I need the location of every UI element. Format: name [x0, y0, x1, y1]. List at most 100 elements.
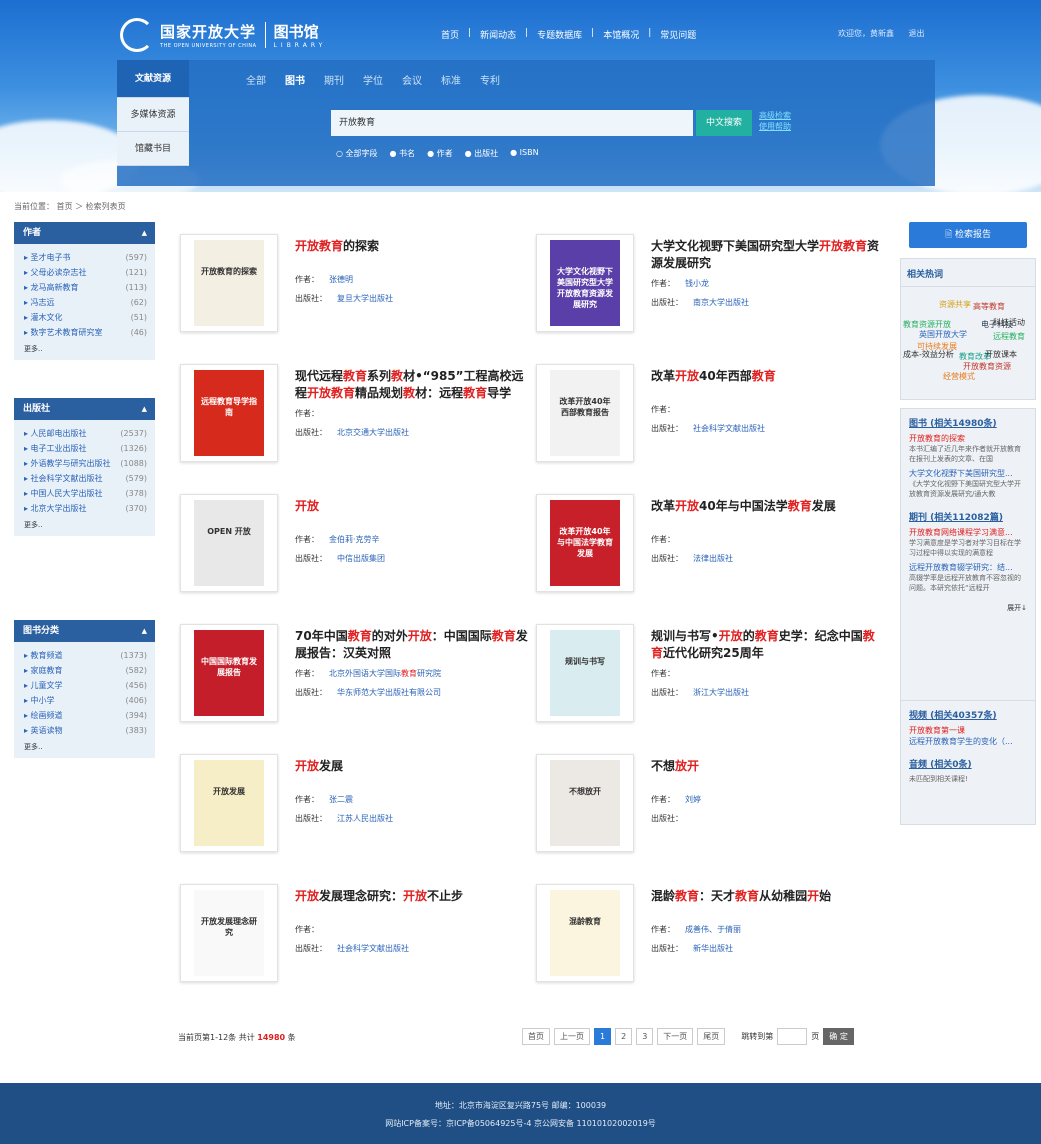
page-next[interactable]: 下一页 [657, 1028, 694, 1045]
jump-page-input[interactable] [777, 1028, 808, 1045]
book-cover[interactable]: 大学文化视野下美国研究型大学开放教育资源发展研究 [536, 234, 634, 332]
tab-catalog[interactable]: 馆藏书目 [117, 132, 189, 166]
author-value[interactable]: 刘婷 [685, 795, 701, 804]
facet-item[interactable]: ▸ 数字艺术教育研究室 (46) [24, 325, 147, 340]
book-title[interactable]: 开放 [295, 498, 530, 515]
hot-word-link[interactable]: 科技活动 [993, 317, 1025, 328]
page-1[interactable]: 1 [594, 1028, 612, 1045]
author-link[interactable]: 张二震 [329, 795, 353, 804]
publisher-link[interactable]: 复旦大学出版社 [337, 294, 393, 303]
hot-word-link[interactable]: 开放课本 [985, 349, 1017, 360]
facet-item[interactable]: ▸ 龙马高新教育 (113) [24, 280, 147, 295]
author-link[interactable]: 金伯莉·克劳辛 [329, 535, 380, 544]
facet-item[interactable]: ▸ 教育频道 (1373) [24, 648, 147, 663]
page-first[interactable]: 首页 [522, 1028, 550, 1045]
facet-more-link[interactable]: 更多.. [14, 742, 155, 758]
search-input[interactable]: 开放教育 [331, 110, 693, 136]
collapse-icon[interactable]: ▲ [142, 222, 147, 244]
author-value[interactable]: 成善伟、于倩丽 [685, 925, 741, 934]
collapse-icon[interactable]: ▲ [142, 620, 147, 642]
type-conferences[interactable]: 会议 [402, 72, 422, 87]
facet-item[interactable]: ▸ 灌木文化 (51) [24, 310, 147, 325]
book-title[interactable]: 开放发展 [295, 758, 530, 775]
radio-isbn[interactable]: ● ISBN [510, 148, 538, 159]
expand-link[interactable]: 展开↓ [909, 597, 1027, 619]
facet-item[interactable]: ▸ 儿童文学 (456) [24, 678, 147, 693]
book-cover[interactable]: 远程教育导学指南 [180, 364, 278, 462]
publisher-link[interactable]: 华东师范大学出版社有限公司 [337, 688, 441, 697]
tab-documents[interactable]: 文献资源 [117, 60, 189, 98]
help-link[interactable]: 使用帮助 [759, 121, 791, 132]
book-cover[interactable]: 中国国际教育发展报告 [180, 624, 278, 722]
video-link[interactable]: 开放教育第一课 [909, 725, 1027, 736]
type-standards[interactable]: 标准 [441, 72, 461, 87]
book-cover[interactable]: 不想放开 [536, 754, 634, 852]
radio-author[interactable]: ● 作者 [427, 148, 453, 159]
facet-item[interactable]: ▸ 圣才电子书 (597) [24, 250, 147, 265]
related-journal-link[interactable]: 远程开放教育辍学研究：结... [909, 562, 1027, 573]
book-title[interactable]: 混龄教育：天才教育从幼稚园开始 [651, 888, 886, 905]
book-title[interactable]: 70年中国教育的对外开放：中国国际教育发展报告：汉英对照 [295, 628, 530, 662]
related-book-link[interactable]: 开放教育的探索 [909, 433, 1027, 444]
facet-item[interactable]: ▸ 外语教学与研究出版社 (1088) [24, 456, 147, 471]
publisher-link[interactable]: 北京交通大学出版社 [337, 428, 409, 437]
author-link[interactable]: 刘婷 [685, 795, 701, 804]
author-link[interactable]: 成善伟、于倩丽 [685, 925, 741, 934]
page-prev[interactable]: 上一页 [554, 1028, 590, 1045]
author-value[interactable]: 张德明 [329, 275, 353, 284]
related-book-link[interactable]: 大学文化视野下美国研究型... [909, 468, 1027, 479]
radio-publisher[interactable]: ● 出版社 [465, 148, 499, 159]
facet-more-link[interactable]: 更多.. [14, 520, 155, 536]
author-link[interactable]: 北京外国语大学国际教育研究院 [329, 669, 441, 678]
related-journal-link[interactable]: 开放教育网络课程学习满意... [909, 527, 1027, 538]
collapse-icon[interactable]: ▲ [142, 398, 147, 420]
publisher-link[interactable]: 浙江大学出版社 [693, 688, 749, 697]
page-last[interactable]: 尾页 [697, 1028, 726, 1045]
publisher-link[interactable]: 南京大学出版社 [693, 298, 749, 307]
publisher-link[interactable]: 中信出版集团 [337, 554, 385, 563]
hot-word-link[interactable]: 成本-效益分析 [903, 349, 954, 360]
facet-header[interactable]: 出版社 ▲ [14, 398, 155, 420]
book-cover[interactable]: 混龄教育 [536, 884, 634, 982]
type-patents[interactable]: 专利 [480, 72, 500, 87]
facet-item[interactable]: ▸ 绘画频道 (394) [24, 708, 147, 723]
author-link[interactable]: 张德明 [329, 275, 353, 284]
hot-word-link[interactable]: 远程教育 [993, 331, 1025, 342]
facet-item[interactable]: ▸ 英语读物 (383) [24, 723, 147, 738]
book-title[interactable]: 改革开放40年西部教育 [651, 368, 886, 385]
facet-more-link[interactable]: 更多.. [14, 344, 155, 360]
nav-about[interactable]: 本馆概况 [594, 28, 648, 41]
type-books[interactable]: 图书 [285, 72, 305, 87]
related-audio-title[interactable]: 音频 (相关0条) [909, 757, 1027, 770]
publisher-link[interactable]: 社会科学文献出版社 [693, 424, 765, 433]
book-title[interactable]: 大学文化视野下美国研究型大学开放教育资源发展研究 [651, 238, 886, 272]
facet-item[interactable]: ▸ 电子工业出版社 (1326) [24, 441, 147, 456]
nav-home[interactable]: 首页 [432, 28, 468, 41]
book-cover[interactable]: 改革开放40年与中国法学教育发展 [536, 494, 634, 592]
page-2[interactable]: 2 [615, 1028, 633, 1045]
facet-item[interactable]: ▸ 中小学 (406) [24, 693, 147, 708]
book-title[interactable]: 规训与书写•开放的教育史学：纪念中国教育近代化研究25周年 [651, 628, 886, 662]
publisher-link[interactable]: 法律出版社 [693, 554, 733, 563]
book-title[interactable]: 现代远程教育系列教材•“985”工程高校远程开放教育精品规划教材：远程教育导学 [295, 368, 530, 402]
nav-databases[interactable]: 专题数据库 [528, 28, 591, 41]
book-cover[interactable]: 规训与书写 [536, 624, 634, 722]
hot-word-link[interactable]: 英国开放大学 [919, 329, 967, 340]
radio-all-fields[interactable]: ○ 全部字段 [336, 148, 378, 159]
facet-item[interactable]: ▸ 父母必读杂志社 (121) [24, 265, 147, 280]
facet-item[interactable]: ▸ 社会科学文献出版社 (579) [24, 471, 147, 486]
book-cover[interactable]: 开放教育的探索 [180, 234, 278, 332]
publisher-link[interactable]: 新华出版社 [693, 944, 733, 953]
related-journals-title[interactable]: 期刊 (相关112082篇) [909, 510, 1027, 523]
tab-multimedia[interactable]: 多媒体资源 [117, 98, 189, 132]
search-button[interactable]: 中文搜索 [696, 110, 752, 136]
jump-confirm-button[interactable]: 确 定 [823, 1028, 854, 1045]
author-value[interactable]: 金伯莉·克劳辛 [329, 535, 380, 544]
publisher-link[interactable]: 江苏人民出版社 [337, 814, 393, 823]
related-books-title[interactable]: 图书 (相关14980条) [909, 416, 1027, 429]
facet-header[interactable]: 作者 ▲ [14, 222, 155, 244]
facet-item[interactable]: ▸ 北京大学出版社 (370) [24, 501, 147, 516]
facet-item[interactable]: ▸ 人民邮电出版社 (2537) [24, 426, 147, 441]
hot-word-link[interactable]: 资源共享 [939, 299, 971, 310]
book-cover[interactable]: 开放发展 [180, 754, 278, 852]
